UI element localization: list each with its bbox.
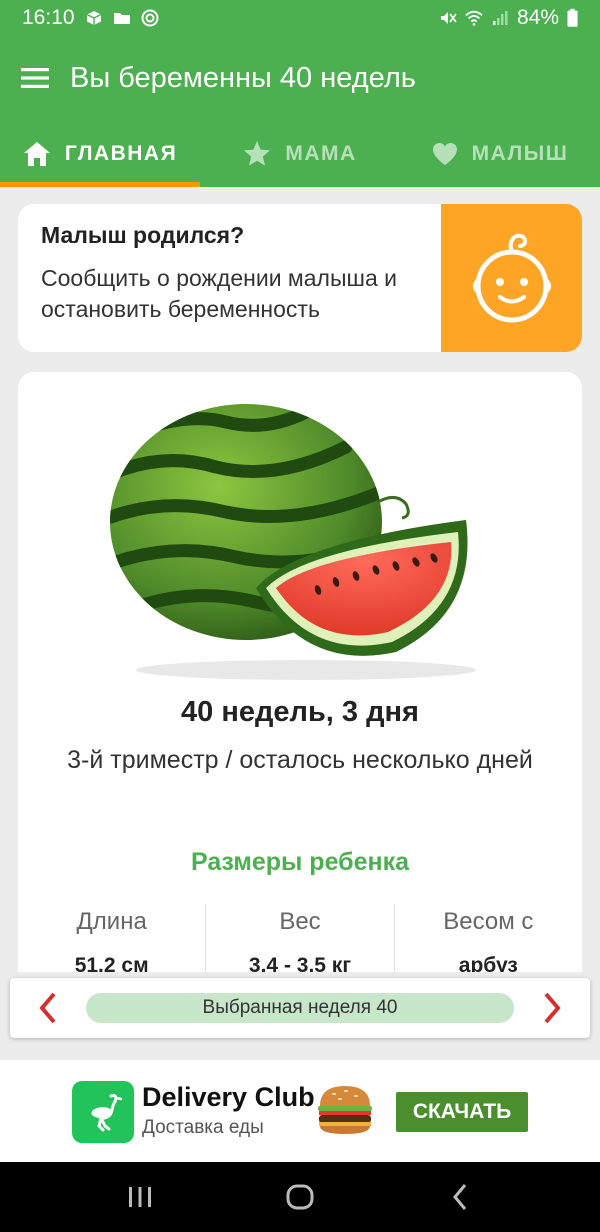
home-icon [23, 141, 50, 166]
week-selector: Выбранная неделя 40 [10, 978, 590, 1038]
tab-home-label: ГЛАВНАЯ [64, 141, 178, 165]
delivery-club-logo [72, 1081, 134, 1143]
back-icon [453, 1184, 467, 1210]
size-label: Вес [279, 908, 321, 935]
tab-mom[interactable]: МАМА [200, 120, 400, 187]
back-button[interactable] [420, 1167, 500, 1227]
battery-icon [567, 8, 578, 27]
size-column-weight: Вес 3.4 - 3.5 кг [205, 904, 393, 972]
baby-born-title: Малыш родился? [41, 222, 245, 248]
size-value: 51.2 см [74, 954, 149, 972]
size-value: 3.4 - 3.5 кг [248, 954, 352, 972]
mute-icon [440, 12, 457, 24]
baby-born-description: Сообщить о рождении малыша и остановить … [41, 265, 397, 322]
ostrich-icon [91, 1093, 123, 1132]
package-icon [86, 11, 101, 25]
heart-icon [432, 142, 457, 165]
ad-brand-name: Delivery Club [142, 1082, 315, 1112]
battery-percent: 84% [516, 6, 559, 29]
previous-week-button[interactable] [10, 978, 86, 1038]
trimester-text: 3-й триместр / осталось несколько дней [67, 746, 533, 774]
folder-icon [113, 13, 130, 24]
chevron-left-icon [39, 992, 56, 1024]
size-value: арбуз [458, 954, 518, 972]
circle-app-icon [141, 9, 159, 27]
wifi-icon [465, 10, 483, 26]
baby-born-card[interactable]: Малыш родился? Сообщить о рождении малыш… [18, 204, 582, 352]
burger-icon [318, 1086, 372, 1134]
home-button[interactable] [260, 1167, 340, 1227]
ad-banner[interactable]: Delivery Club Доставка еды СКАЧАТЬ [0, 1060, 600, 1162]
baby-born-icon-box [441, 204, 582, 352]
page-title: Вы беременны 40 недель [70, 61, 416, 94]
hamburger-icon [21, 68, 49, 88]
week-info-card: 40 недель, 3 дня 3-й триместр / осталось… [18, 372, 582, 972]
size-label: Длина [76, 908, 147, 935]
size-column-length: Длина 51.2 см [18, 904, 205, 972]
star-icon [244, 141, 271, 166]
recent-apps-button[interactable] [100, 1167, 180, 1227]
signal-icon [492, 11, 508, 25]
baby-face-icon [472, 233, 551, 323]
menu-button[interactable] [0, 36, 70, 120]
ad-download-button[interactable]: СКАЧАТЬ [396, 1092, 528, 1132]
app-bar: Вы беременны 40 недель [0, 36, 600, 120]
tab-mom-label: МАМА [285, 141, 357, 165]
status-bar: 16:10 84% [0, 0, 600, 36]
recent-apps-icon [129, 1187, 151, 1207]
watermelon-image [110, 404, 476, 680]
tab-baby-label: МАЛЫШ [471, 141, 569, 165]
size-column-compare: Весом с арбуз [393, 904, 582, 972]
size-label: Весом с [443, 908, 534, 935]
tab-baby[interactable]: МАЛЫШ [400, 120, 600, 187]
selected-week-label: Выбранная неделя 40 [86, 993, 514, 1023]
baby-sizes-table: Длина 51.2 см Вес 3.4 - 3.5 кг Весом с а… [18, 904, 582, 972]
tab-home[interactable]: ГЛАВНАЯ [0, 120, 200, 187]
status-time: 16:10 [22, 6, 75, 29]
system-nav-bar [0, 1162, 600, 1232]
chevron-right-icon [544, 992, 561, 1024]
baby-sizes-heading: Размеры ребенка [190, 848, 410, 876]
tab-bar: ГЛАВНАЯ МАМА МАЛЫШ [0, 120, 600, 187]
week-title: 40 недель, 3 дня [181, 696, 419, 728]
ad-tagline: Доставка еды [142, 1117, 264, 1138]
home-circle-icon [286, 1184, 314, 1210]
next-week-button[interactable] [514, 978, 590, 1038]
